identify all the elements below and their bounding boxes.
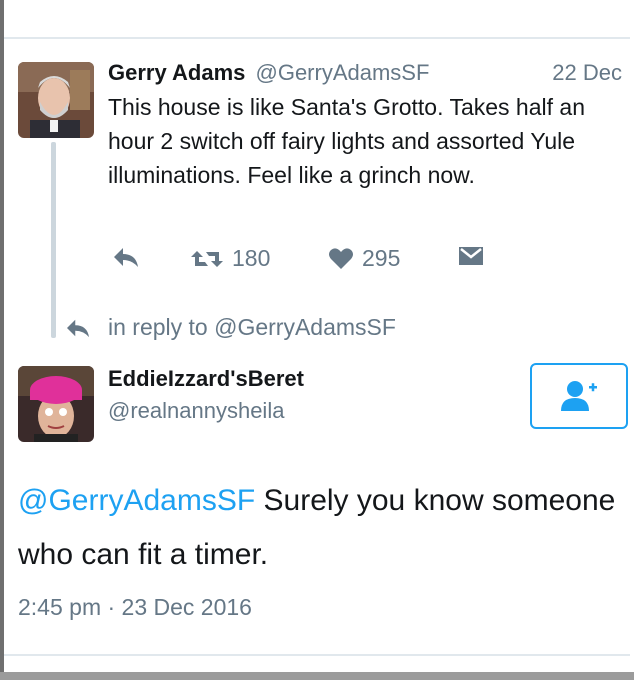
like-count: 295 <box>362 245 401 271</box>
frame-border-bottom <box>0 672 634 680</box>
like-button[interactable]: 295 <box>328 245 400 272</box>
reply-context[interactable]: in reply to @GerryAdamsSF <box>64 314 396 341</box>
reply-author-display-name[interactable]: EddieIzzard'sBeret <box>108 366 304 392</box>
reply-context-label[interactable]: in reply to @GerryAdamsSF <box>108 314 396 341</box>
reply-author-avatar[interactable] <box>18 366 94 442</box>
mention-link[interactable]: @GerryAdamsSF <box>18 484 255 517</box>
tweet-header: Gerry Adams @GerryAdamsSF 22 Dec <box>108 60 628 86</box>
tweet-text: This house is like Santa's Grotto. Takes… <box>108 94 585 188</box>
reply-author-info: EddieIzzard'sBeret @realnannysheila <box>108 366 304 424</box>
reply-button[interactable] <box>112 245 140 269</box>
heart-icon <box>329 247 353 269</box>
reply-author-handle[interactable]: @realnannysheila <box>108 398 304 424</box>
retweet-button[interactable]: 180 <box>190 245 270 272</box>
reply-timestamp[interactable]: 2:45 pm · 23 Dec 2016 <box>18 594 252 621</box>
direct-message-button[interactable] <box>458 245 484 267</box>
frame-border-left <box>0 0 4 680</box>
author-display-name[interactable]: Gerry Adams <box>108 60 245 85</box>
reply-arrow-icon <box>67 319 89 337</box>
author-handle[interactable]: @GerryAdamsSF <box>256 60 430 85</box>
reply-tweet-text: @GerryAdamsSF Surely you know someone wh… <box>18 474 618 582</box>
top-divider <box>4 37 630 39</box>
retweet-icon <box>191 250 223 267</box>
follow-user-icon <box>561 381 597 411</box>
tweet-action-bar: 180 295 <box>108 245 528 279</box>
retweet-count: 180 <box>232 245 271 271</box>
tweet-date[interactable]: 22 Dec <box>552 60 622 86</box>
envelope-icon <box>459 247 483 265</box>
thread-connector-line <box>51 142 56 338</box>
tweet-detail-view: Gerry Adams @GerryAdamsSF 22 Dec This ho… <box>0 0 634 680</box>
follow-button[interactable] <box>530 363 628 429</box>
reply-arrow-icon <box>114 248 138 267</box>
gerry-adams-avatar[interactable] <box>18 62 94 138</box>
bottom-divider <box>4 654 630 656</box>
